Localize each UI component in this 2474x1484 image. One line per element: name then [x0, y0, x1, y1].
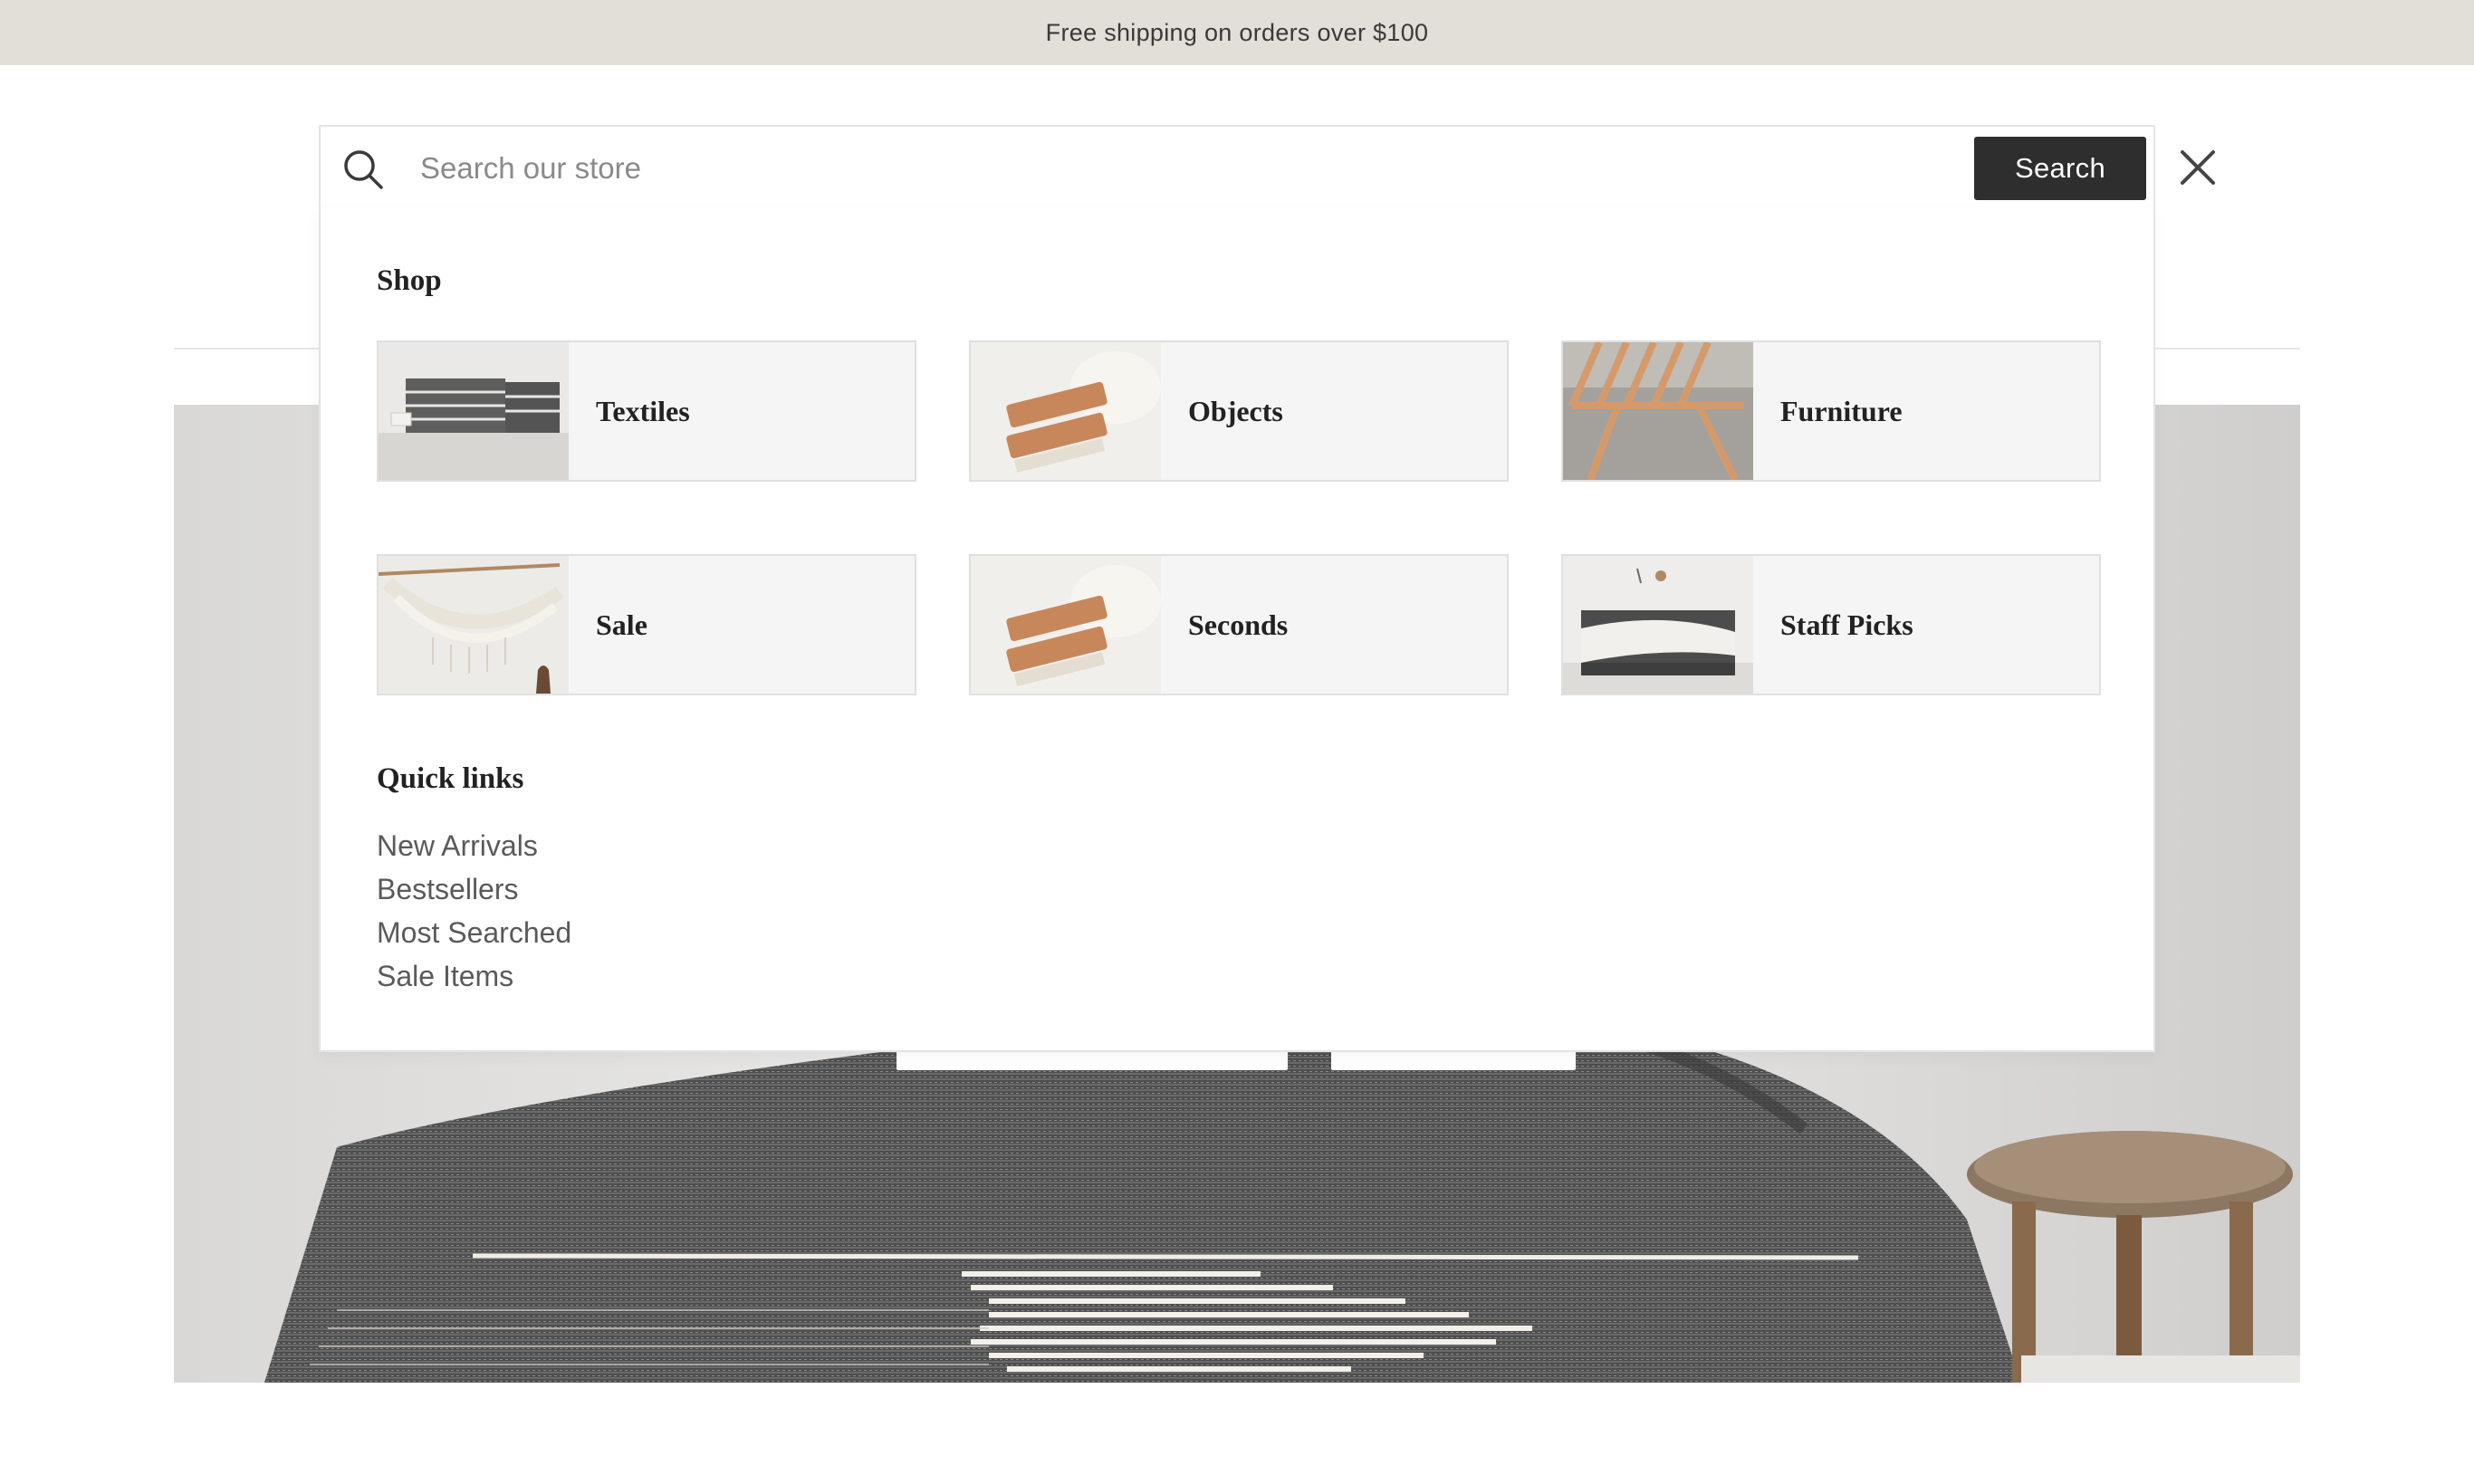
category-card-objects[interactable]: Objects [969, 340, 1509, 482]
search-bar: Search [319, 125, 2155, 210]
category-label: Furniture [1780, 394, 1903, 427]
category-card-sale[interactable]: Sale [377, 554, 916, 695]
quick-links-title: Quick links [377, 762, 524, 795]
quick-links-list: New Arrivals Bestsellers Most Searched S… [377, 824, 571, 998]
close-icon[interactable] [2177, 147, 2219, 188]
category-label: Staff Picks [1780, 608, 1913, 641]
category-card-seconds[interactable]: Seconds [969, 554, 1509, 695]
announcement-bar: Free shipping on orders over $100 [0, 0, 2474, 65]
staff-picks-thumbnail [1563, 556, 1753, 694]
search-input[interactable] [420, 143, 1914, 194]
quick-link-sale-items[interactable]: Sale Items [377, 954, 571, 998]
category-card-staff-picks[interactable]: Staff Picks [1561, 554, 2101, 695]
category-label: Objects [1188, 394, 1283, 427]
quick-link-most-searched[interactable]: Most Searched [377, 911, 571, 954]
search-icon [342, 148, 384, 190]
quick-link-bestsellers[interactable]: Bestsellers [377, 867, 571, 911]
category-label: Textiles [596, 394, 690, 427]
textiles-thumbnail [379, 342, 569, 480]
search-dropdown-panel: Shop Textiles Objects Furniture Sale Sec… [319, 208, 2155, 1052]
category-card-textiles[interactable]: Textiles [377, 340, 916, 482]
quick-link-new-arrivals[interactable]: New Arrivals [377, 824, 571, 867]
search-button[interactable]: Search [1974, 137, 2146, 200]
seconds-thumbnail [971, 556, 1161, 694]
announcement-text: Free shipping on orders over $100 [1045, 18, 1429, 46]
category-label: Sale [596, 608, 647, 641]
shop-section-title: Shop [377, 264, 442, 297]
category-label: Seconds [1188, 608, 1289, 641]
furniture-thumbnail [1563, 342, 1753, 480]
category-card-furniture[interactable]: Furniture [1561, 340, 2101, 482]
objects-thumbnail [971, 342, 1161, 480]
sale-thumbnail [379, 556, 569, 694]
